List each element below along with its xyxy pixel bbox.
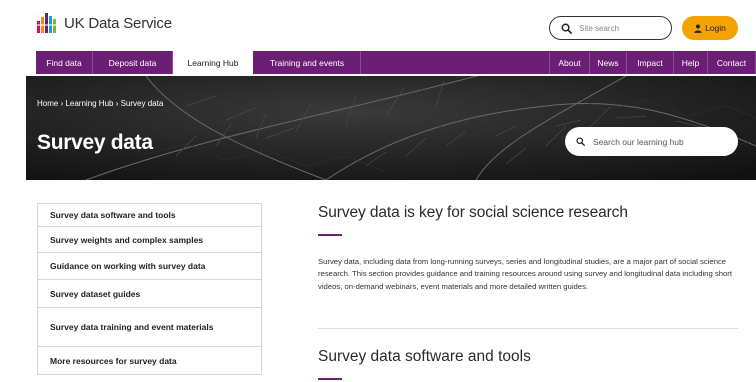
sidebar-item-software-tools[interactable]: Survey data software and tools [37,204,262,227]
page-title: Survey data [37,131,153,154]
site-logo[interactable]: UK Data Service [36,12,172,34]
sidebar-item-survey-weights[interactable]: Survey weights and complex samples [37,227,262,253]
sidebar-item-dataset-guides[interactable]: Survey dataset guides [37,280,262,308]
section-divider [318,328,738,329]
nav-item-about[interactable]: About [550,51,590,74]
heading-accent [318,234,342,236]
sidebar-item-training-materials[interactable]: Survey data training and event materials [37,308,262,347]
logo-text: UK Data Service [64,14,172,32]
login-button[interactable]: Login [682,16,738,40]
nav-item-find-data[interactable]: Find data [36,51,93,74]
nav-item-training-events[interactable]: Training and events [254,51,361,74]
nav-item-help[interactable]: Help [674,51,708,74]
user-icon [694,24,702,33]
sidebar-item-more-resources[interactable]: More resources for survey data [37,347,262,375]
sidebar-item-label: Guidance on working with survey data [50,261,206,271]
search-icon [576,137,585,146]
nav-item-news[interactable]: News [590,51,627,74]
breadcrumb[interactable]: Home › Learning Hub › Survey data [37,99,163,108]
main-nav: Find data Deposit data Learning Hub Trai… [36,51,756,74]
nav-spacer [361,51,550,74]
learning-hub-search[interactable] [565,127,738,156]
sidebar-nav: Survey data software and tools Survey we… [37,203,262,375]
sidebar-item-label: Survey data software and tools [50,210,176,220]
nav-item-learning-hub[interactable]: Learning Hub [173,51,254,74]
sidebar-item-guidance[interactable]: Guidance on working with survey data [37,253,262,280]
nav-item-contact[interactable]: Contact [708,51,756,74]
subsection-heading: Survey data software and tools [318,348,531,365]
sidebar-item-label: More resources for survey data [50,355,177,366]
site-search-input[interactable] [579,23,659,33]
site-search[interactable] [549,16,672,40]
sidebar-item-label: Survey weights and complex samples [50,234,204,245]
subheading-accent [318,378,342,380]
section-heading: Survey data is key for social science re… [318,204,628,221]
sidebar-item-label: Survey dataset guides [50,288,141,299]
search-icon [561,23,572,34]
login-label: Login [705,23,726,33]
learning-hub-search-input[interactable] [593,136,723,147]
intro-paragraph: Survey data, including data from long-ru… [318,257,732,291]
logo-icon [36,12,58,34]
nav-item-deposit-data[interactable]: Deposit data [93,51,173,74]
site-header: UK Data Service Login [0,0,756,48]
sidebar-item-label: Survey data training and event materials [50,322,214,332]
nav-item-impact[interactable]: Impact [627,51,674,74]
